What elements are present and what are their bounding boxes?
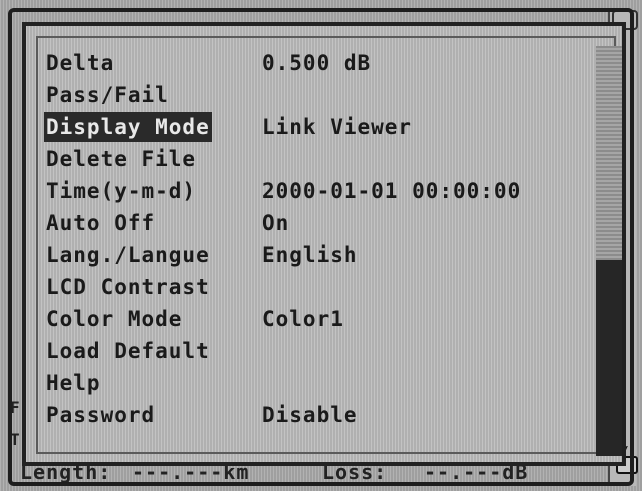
- menu-item[interactable]: Delta 0.500 dB: [44, 48, 594, 78]
- menu-item-value: 2000-01-01 00:00:00: [262, 179, 522, 203]
- menu-item[interactable]: Help: [44, 368, 594, 398]
- menu-item-label: Display Mode: [44, 112, 212, 142]
- menu-item-label: Delta: [46, 51, 115, 75]
- menu-item[interactable]: Pass/Fail: [44, 80, 594, 110]
- menu-scrollbar[interactable]: [596, 46, 622, 456]
- menu-item-label: Time(y-m-d): [46, 179, 197, 203]
- menu-item-value: 0.500 dB: [262, 51, 372, 75]
- menu-item-value: Color1: [262, 307, 344, 331]
- menu-item[interactable]: Color Mode Color1: [44, 304, 594, 334]
- menu-item-value: Link Viewer: [262, 115, 413, 139]
- menu-item-value: On: [262, 211, 290, 235]
- menu-item[interactable]: Display Mode Link Viewer: [44, 112, 594, 142]
- menu-item-label: Color Mode: [46, 307, 183, 331]
- menu-item[interactable]: LCD Contrast: [44, 272, 594, 302]
- lcd-screen: / ∕ L ‡ ‡ / 1/ F T Length: ---.---km Los…: [0, 0, 642, 491]
- menu-item-label: Password: [46, 403, 156, 427]
- menu-item-label: Delete File: [46, 147, 197, 171]
- menu-item-label: LCD Contrast: [46, 275, 210, 299]
- menu-item-value: Disable: [262, 403, 358, 427]
- menu-item[interactable]: Load Default: [44, 336, 594, 366]
- menu-item-label: Load Default: [46, 339, 210, 363]
- menu-item-label: Auto Off: [46, 211, 156, 235]
- menu-item[interactable]: Auto Off On: [44, 208, 594, 238]
- scrollbar-thumb[interactable]: [596, 260, 622, 456]
- menu-item-label: Help: [46, 371, 101, 395]
- menu-item[interactable]: Lang./Langue English: [44, 240, 594, 270]
- menu-item[interactable]: Time(y-m-d) 2000-01-01 00:00:00: [44, 176, 594, 206]
- setup-menu: Delta 0.500 dB Pass/Fail Display Mode Link V…: [22, 22, 626, 466]
- menu-item-value: English: [262, 243, 358, 267]
- menu-item[interactable]: Password Disable: [44, 400, 594, 430]
- menu-item[interactable]: Delete File: [44, 144, 594, 174]
- menu-item-label: Pass/Fail: [46, 83, 169, 107]
- menu-item-label: Lang./Langue: [46, 243, 210, 267]
